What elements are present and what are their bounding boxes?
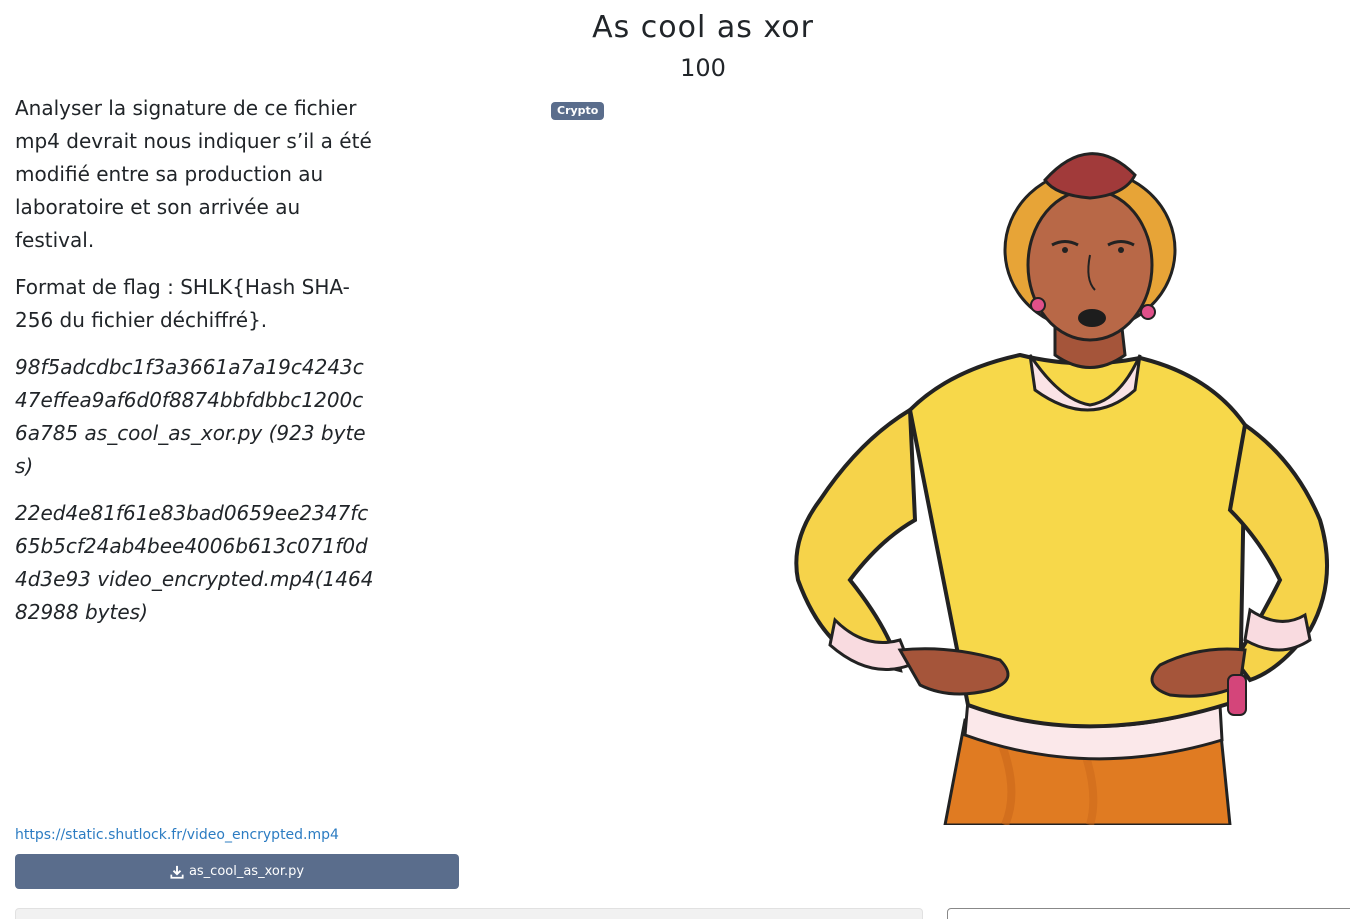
woman-illustration	[794, 152, 1330, 825]
download-icon	[170, 865, 184, 879]
submit-button[interactable]	[947, 908, 1350, 919]
video-download-link[interactable]: https://static.shutlock.fr/video_encrypt…	[15, 827, 339, 843]
script-hash: 98f5adcdbc1f3a3661a7a19c4243c47effea9af6…	[15, 355, 366, 478]
video-hash: 22ed4e81f61e83bad0659ee2347fc65b5cf24ab4…	[15, 501, 374, 624]
download-script-label: as_cool_as_xor.py	[188, 864, 305, 879]
description-paragraph: Analyser la signature de ce fichier mp4 …	[15, 96, 372, 252]
challenge-description: Analyser la signature de ce fichier mp4 …	[15, 92, 375, 643]
category-badge: Crypto	[551, 102, 605, 120]
challenge-page: As cool as xor 100 Analyser la signature…	[0, 0, 1350, 919]
flag-input[interactable]	[15, 908, 923, 919]
flag-format-paragraph: Format de flag : SHLK{Hash SHA-256 du fi…	[15, 275, 350, 332]
download-script-button[interactable]: as_cool_as_xor.py	[15, 854, 459, 889]
challenge-title: As cool as xor	[592, 10, 814, 45]
challenge-points: 100	[680, 54, 726, 82]
